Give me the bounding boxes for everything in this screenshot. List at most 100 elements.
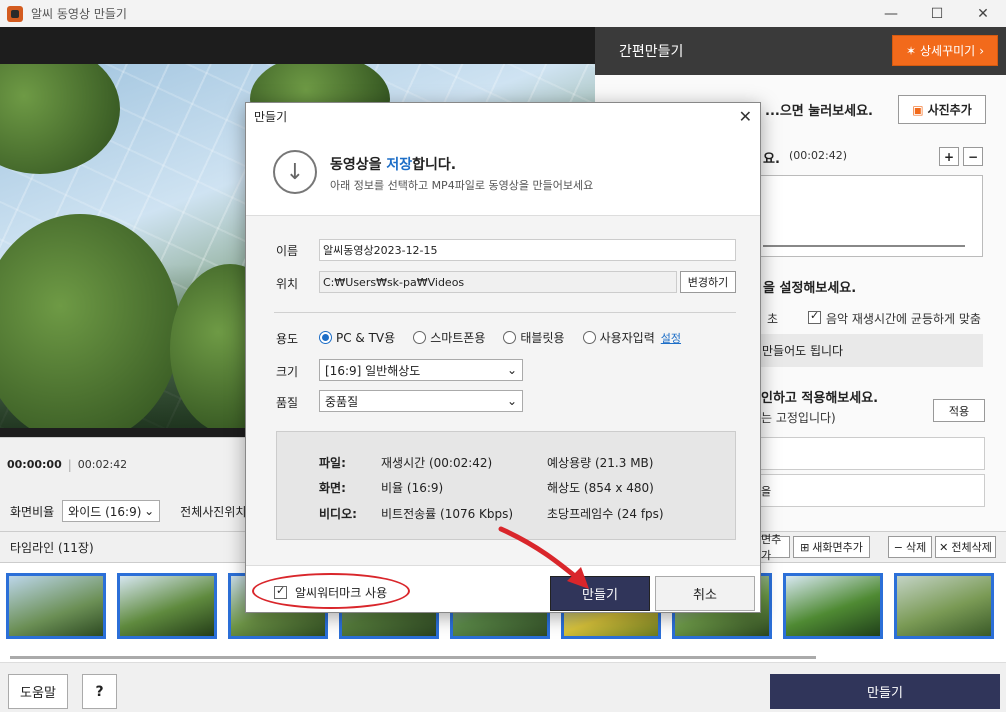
dialog-subtitle: 아래 정보를 선택하고 MP4파일로 동영상을 만들어보세요 xyxy=(330,179,594,192)
output-info-box: 파일: 재생시간 (00:02:42) 예상용량 (21.3 MB) 화면: 비… xyxy=(276,431,736,540)
quality-select[interactable]: 중품질 ⌄ xyxy=(319,390,523,412)
name-input[interactable]: 알씨동영상2023-12-15 xyxy=(319,239,736,261)
panel-title: 간편만들기 xyxy=(619,44,684,60)
thumbnail[interactable] xyxy=(6,573,106,639)
dialog-title-bar: 만들기 ✕ xyxy=(246,103,760,129)
name-input-value: 알씨동영상2023-12-15 xyxy=(323,244,438,257)
usage-option-label: PC & TV용 xyxy=(336,331,396,345)
location-input[interactable]: C:₩Users₩sk-pa₩Videos xyxy=(319,271,677,293)
add-new-screen-button[interactable]: ⊞ 새화면추가 xyxy=(793,536,870,558)
timeline-scrollbar[interactable] xyxy=(10,656,816,659)
usage-option-custom[interactable]: 사용자입력 xyxy=(582,329,655,346)
duration-hint: 만들어도 됩니다 xyxy=(760,334,983,367)
add-photo-button[interactable]: ▣ 사진추가 xyxy=(898,95,986,124)
watermark-checkbox[interactable] xyxy=(274,584,287,599)
fps-value: 초당프레임수 (24 fps) xyxy=(547,507,664,521)
music-sync-checkbox[interactable] xyxy=(808,309,821,324)
thumbnail[interactable] xyxy=(117,573,217,639)
question-button[interactable]: ? xyxy=(82,674,117,709)
video-info-label: 비디오: xyxy=(319,507,357,521)
chevron-down-icon: ⌄ xyxy=(506,363,517,377)
app-icon xyxy=(7,5,23,22)
detail-decorate-label: 상세꾸미기 xyxy=(920,44,976,58)
file-info-label: 파일: xyxy=(319,456,346,470)
radio-icon xyxy=(503,331,517,344)
text-input-box-2[interactable]: 을 xyxy=(760,474,985,507)
chevron-right-icon: › xyxy=(979,43,985,58)
heading-suffix: 합니다. xyxy=(412,157,457,173)
make-video-button[interactable]: 만들기 xyxy=(770,674,1000,709)
ratio-value: 비율 (16:9) xyxy=(381,481,444,495)
total-time: 00:02:42 xyxy=(77,458,128,471)
maximize-button[interactable]: ☐ xyxy=(914,0,960,27)
add-new-screen-label: 새화면추가 xyxy=(812,541,863,554)
help-button[interactable]: 도움말 xyxy=(8,674,68,709)
custom-settings-link[interactable]: 설정 xyxy=(661,330,681,346)
usage-label: 용도 xyxy=(276,332,299,346)
window-title: 알씨 동영상 만들기 xyxy=(31,7,127,21)
music-duration: (00:02:42) xyxy=(789,149,847,162)
music-sync-label: 음악 재생시간에 균등하게 맞춤 xyxy=(826,312,981,326)
add-screen-label: 면추가 xyxy=(761,533,782,562)
panel-header: 간편만들기 ✶ 상세꾸미기 › xyxy=(595,27,1006,75)
music-list-scrollbar[interactable] xyxy=(763,245,965,247)
divider xyxy=(274,312,736,313)
add-music-button[interactable]: + xyxy=(939,147,959,166)
heading-prefix: 동영상을 xyxy=(330,157,387,173)
thumbnail[interactable] xyxy=(894,573,994,639)
annotation-arrow-icon xyxy=(498,526,589,589)
x-icon: ✕ xyxy=(939,540,949,554)
size-label: 크기 xyxy=(276,365,299,379)
download-arrow-icon: ↓ xyxy=(273,150,317,194)
radio-icon xyxy=(582,331,596,344)
title-bar: 알씨 동영상 만들기 — ☐ ✕ xyxy=(0,0,1006,27)
duration-hint-text: 만들어도 됩니다 xyxy=(762,344,844,358)
current-time: 00:00:00 xyxy=(7,458,62,471)
size-select-value: [16:9] 일반해상도 xyxy=(325,363,421,378)
usage-option-smartphone[interactable]: 스마트폰용 xyxy=(413,329,485,346)
change-location-button[interactable]: 변경하기 xyxy=(680,271,736,293)
location-input-value: C:₩Users₩sk-pa₩Videos xyxy=(323,275,465,289)
ratio-select[interactable]: 와이드 (16:9) ⌄ xyxy=(62,500,161,522)
ratio-select-value: 와이드 (16:9) xyxy=(68,504,142,519)
close-button[interactable]: ✕ xyxy=(960,0,1006,27)
usage-radio-group: PC & TV용 스마트폰용 태블릿용 사용자입력 설정 xyxy=(319,329,681,346)
window-controls: — ☐ ✕ xyxy=(868,0,1006,27)
minimize-button[interactable]: — xyxy=(868,0,914,27)
dialog-cancel-button[interactable]: 취소 xyxy=(655,576,755,611)
step2-text: 요. xyxy=(763,152,780,167)
step3-text: 을 설정해보세요. xyxy=(763,281,857,296)
photo-position-label: 전체사진위치 xyxy=(180,504,247,519)
usage-option-tablet[interactable]: 태블릿용 xyxy=(503,329,565,346)
delete-all-button[interactable]: ✕ 전체삭제 xyxy=(935,536,996,558)
apply-button[interactable]: 적용 xyxy=(933,399,985,422)
add-screen-button[interactable]: 면추가 xyxy=(760,533,790,562)
step4-text: 인하고 적용해보세요. xyxy=(761,391,879,406)
text-input-box-1[interactable] xyxy=(760,437,985,470)
magic-wand-icon: ✶ xyxy=(905,43,917,58)
delete-button[interactable]: − 삭제 xyxy=(888,536,932,558)
delete-label: 삭제 xyxy=(905,541,927,554)
usage-option-label: 스마트폰용 xyxy=(430,331,486,345)
foliage-shape xyxy=(0,214,180,428)
watermark-label: 알씨워터마크 사용 xyxy=(295,586,388,600)
thumbnail[interactable] xyxy=(783,573,883,639)
add-photo-icon: ▣ xyxy=(912,102,924,117)
size-select[interactable]: [16:9] 일반해상도 ⌄ xyxy=(319,359,523,381)
usage-option-pc-tv[interactable]: PC & TV용 xyxy=(319,329,395,346)
usage-option-label: 사용자입력 xyxy=(599,331,655,345)
watermark-option[interactable]: 알씨워터마크 사용 xyxy=(274,584,387,601)
delete-all-label: 전체삭제 xyxy=(951,541,992,554)
duration-value: 재생시간 (00:02:42) xyxy=(381,456,493,470)
dialog-body: 이름 알씨동영상2023-12-15 위치 C:₩Users₩sk-pa₩Vid… xyxy=(246,215,760,565)
usage-option-label: 태블릿용 xyxy=(520,331,565,345)
quality-label: 품질 xyxy=(276,396,299,410)
detail-decorate-button[interactable]: ✶ 상세꾸미기 › xyxy=(892,35,998,66)
dialog-close-button[interactable]: ✕ xyxy=(739,107,752,126)
resolution-value: 해상도 (854 x 480) xyxy=(547,481,654,495)
remove-music-button[interactable]: − xyxy=(963,147,983,166)
chevron-down-icon: ⌄ xyxy=(506,394,517,408)
add-photo-label: 사진추가 xyxy=(927,103,972,117)
chevron-down-icon: ⌄ xyxy=(144,504,155,518)
dialog-title: 만들기 xyxy=(254,109,288,124)
